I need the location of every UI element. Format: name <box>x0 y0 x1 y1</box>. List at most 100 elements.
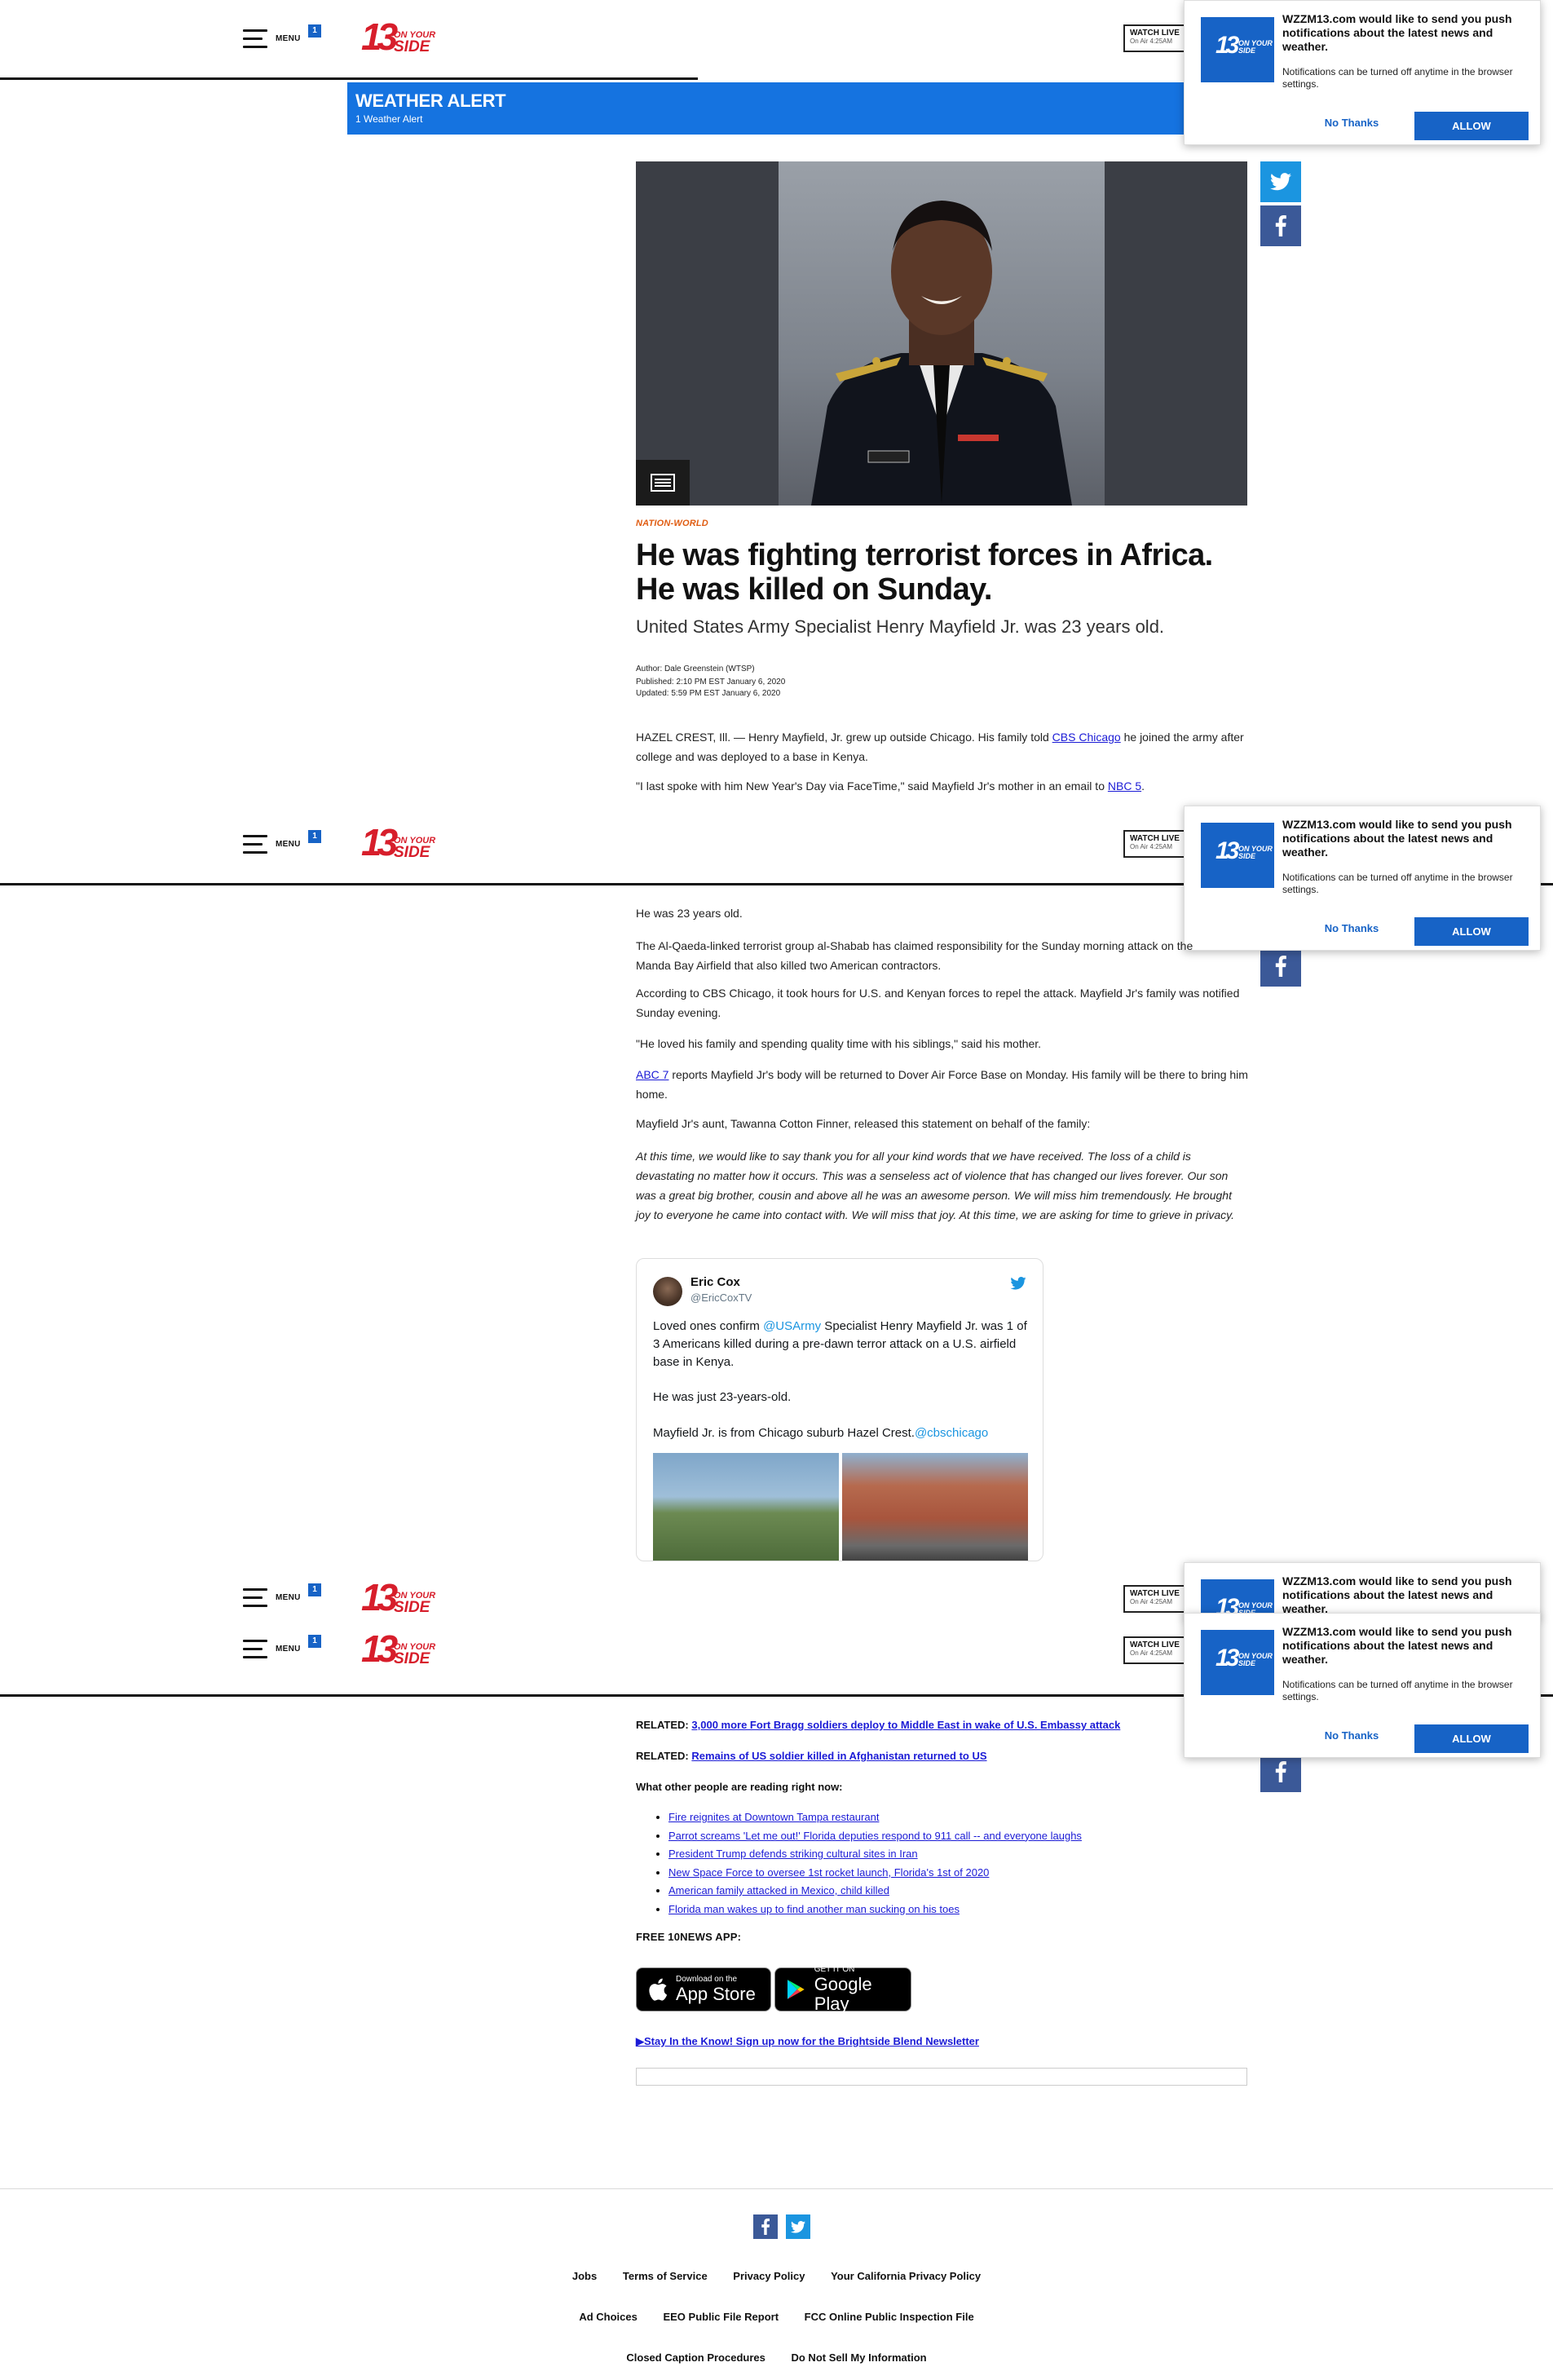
newsletter-signup-link[interactable]: ▶Stay In the Know! Sign up now for the B… <box>636 2035 979 2048</box>
tweet-photo[interactable] <box>842 1453 1028 1561</box>
article-paragraph: According to CBS Chicago, it took hours … <box>636 987 1240 1019</box>
article-paragraph: Mayfield Jr's aunt, Tawanna Cotton Finne… <box>636 1117 1091 1130</box>
nbc5-link[interactable]: NBC 5 <box>1108 779 1141 793</box>
no-thanks-button[interactable]: No Thanks <box>1311 919 1392 938</box>
footer-link[interactable]: FCC Online Public Inspection File <box>805 2311 974 2323</box>
usarmy-mention[interactable]: @USArmy <box>763 1319 821 1333</box>
station-logo[interactable]: 13 ON YOUR SIDE <box>361 15 443 59</box>
watch-live-button[interactable]: WATCH LIVE On Air 4:25AM <box>1123 1585 1189 1613</box>
station-logo[interactable]: 13 ON YOUR SIDE <box>361 1576 443 1619</box>
apple-icon <box>649 1978 668 2001</box>
reading-link[interactable]: Fire reignites at Downtown Tampa restaur… <box>668 1811 879 1823</box>
twitter-share-button[interactable] <box>1260 161 1301 202</box>
gallery-icon <box>651 474 675 492</box>
list-item: New Space Force to oversee 1st rocket la… <box>668 1864 1082 1883</box>
footer-facebook-link[interactable] <box>753 2214 778 2239</box>
facebook-share-button[interactable] <box>1260 205 1301 246</box>
allow-button[interactable]: ALLOW <box>1414 1724 1529 1753</box>
footer-link[interactable]: Privacy Policy <box>733 2270 805 2282</box>
avatar[interactable] <box>653 1277 682 1306</box>
tweet-text: Mayfield Jr. is from Chicago suburb Haze… <box>653 1426 989 1440</box>
tweet-author-name[interactable]: Eric Cox <box>690 1275 740 1289</box>
empty-embed-container <box>636 2068 1247 2086</box>
footer-link[interactable]: Jobs <box>572 2270 597 2282</box>
footer-link[interactable]: Closed Caption Procedures <box>626 2351 765 2364</box>
alert-count-badge[interactable]: 1 <box>308 1635 321 1648</box>
menu-button[interactable]: MENU 1 <box>243 1583 321 1611</box>
watch-live-button[interactable]: WATCH LIVE On Air 4:25AM <box>1123 24 1189 52</box>
watch-live-button[interactable]: WATCH LIVE On Air 4:25AM <box>1123 1636 1189 1664</box>
article-paragraph: HAZEL CREST, Ill. — Henry Mayfield, Jr. … <box>636 731 1244 763</box>
weather-alert-banner[interactable]: WEATHER ALERT 1 Weather Alert <box>347 82 1195 135</box>
station-logo[interactable]: 13 ON YOUR SIDE <box>361 821 443 864</box>
notification-body: Notifications can be turned off anytime … <box>1282 872 1513 895</box>
gallery-button[interactable] <box>636 460 690 506</box>
footer-divider <box>0 2188 1553 2189</box>
footer-link[interactable]: Your California Privacy Policy <box>831 2270 981 2282</box>
reading-link[interactable]: New Space Force to oversee 1st rocket la… <box>668 1866 989 1879</box>
cbs-chicago-link[interactable]: CBS Chicago <box>1052 731 1121 744</box>
station-logo[interactable]: 13 ON YOUR SIDE <box>361 1627 443 1671</box>
hamburger-icon <box>243 833 267 856</box>
menu-button[interactable]: MENU 1 <box>243 830 321 858</box>
play-store-icon <box>787 1980 805 1999</box>
allow-button[interactable]: ALLOW <box>1414 917 1529 946</box>
no-thanks-button[interactable]: No Thanks <box>1311 1726 1392 1746</box>
twitter-icon <box>791 2220 805 2233</box>
alert-count-badge[interactable]: 1 <box>308 1583 321 1596</box>
hero-image[interactable] <box>636 161 1247 506</box>
push-notification-prompt: 13 ON YOUR SIDE WZZM13.com would like to… <box>1184 1613 1541 1758</box>
article-paragraph: ABC 7 reports Mayfield Jr's body will be… <box>636 1068 1248 1101</box>
push-notification-prompt: 13 ON YOUR SIDE WZZM13.com would like to… <box>1184 806 1541 951</box>
google-play-badge[interactable]: GET IT ON Google Play <box>774 1965 911 2014</box>
facebook-icon <box>1275 956 1286 977</box>
reading-link[interactable]: Florida man wakes up to find another man… <box>668 1903 960 1915</box>
reading-link[interactable]: Parrot screams 'Let me out!' Florida dep… <box>668 1830 1082 1842</box>
list-item: Florida man wakes up to find another man… <box>668 1901 1082 1919</box>
notification-body: Notifications can be turned off anytime … <box>1282 1679 1513 1702</box>
facebook-icon <box>761 2219 770 2235</box>
watch-live-button[interactable]: WATCH LIVE On Air 4:25AM <box>1123 830 1189 858</box>
footer-twitter-link[interactable] <box>786 2214 810 2239</box>
alert-count-badge[interactable]: 1 <box>308 830 321 843</box>
reading-link[interactable]: President Trump defends striking cultura… <box>668 1848 918 1860</box>
push-notification-prompt: 13 ON YOUR SIDE WZZM13.com would like to… <box>1184 0 1541 145</box>
weather-alert-title: WEATHER ALERT <box>355 91 506 111</box>
alert-count-badge[interactable]: 1 <box>308 24 321 38</box>
notification-logo: 13 ON YOUR SIDE <box>1201 1630 1274 1695</box>
footer-link[interactable]: EEO Public File Report <box>663 2311 779 2323</box>
menu-button[interactable]: MENU 1 <box>243 1635 321 1662</box>
reading-list: Fire reignites at Downtown Tampa restaur… <box>668 1808 1082 1919</box>
list-item: President Trump defends striking cultura… <box>668 1845 1082 1864</box>
no-thanks-button[interactable]: No Thanks <box>1311 113 1392 133</box>
notification-title: WZZM13.com would like to send you push n… <box>1282 1574 1512 1615</box>
footer-link[interactable]: Do Not Sell My Information <box>791 2351 926 2364</box>
article-updated: Updated: 5:59 PM EST January 6, 2020 <box>636 689 781 698</box>
embedded-tweet[interactable]: Eric Cox @EricCoxTV Loved ones confirm @… <box>636 1258 1043 1561</box>
allow-button[interactable]: ALLOW <box>1414 112 1529 140</box>
tweet-author-handle[interactable]: @EricCoxTV <box>690 1292 752 1304</box>
footer-link[interactable]: Ad Choices <box>579 2311 638 2323</box>
related-link[interactable]: Remains of US soldier killed in Afghanis… <box>691 1750 986 1762</box>
footer-links-row: Ad Choices EEO Public File Report FCC On… <box>0 2311 1553 2323</box>
weather-alert-subtitle: 1 Weather Alert <box>355 113 423 125</box>
notification-logo: 13 ON YOUR SIDE <box>1201 823 1274 888</box>
menu-button[interactable]: MENU 1 <box>243 24 321 52</box>
related-link[interactable]: 3,000 more Fort Bragg soldiers deploy to… <box>691 1719 1120 1731</box>
article-paragraph: "I last spoke with him New Year's Day vi… <box>636 779 1145 793</box>
article-kicker[interactable]: NATION-WORLD <box>636 519 708 528</box>
menu-label: MENU <box>276 1645 301 1654</box>
article-subhead: United States Army Specialist Henry Mayf… <box>636 616 1165 637</box>
footer-link[interactable]: Terms of Service <box>623 2270 708 2282</box>
footer-links-row: Jobs Terms of Service Privacy Policy You… <box>0 2270 1553 2282</box>
tweet-photo[interactable] <box>653 1453 839 1561</box>
facebook-share-button[interactable] <box>1260 946 1301 987</box>
twitter-bird-icon[interactable] <box>1010 1277 1026 1290</box>
reading-heading: What other people are reading right now: <box>636 1781 843 1793</box>
app-store-badge[interactable]: Download on the App Store <box>636 1967 771 2011</box>
abc7-link[interactable]: ABC 7 <box>636 1068 668 1081</box>
reading-link[interactable]: American family attacked in Mexico, chil… <box>668 1884 889 1896</box>
list-item: American family attacked in Mexico, chil… <box>668 1882 1082 1901</box>
article-paragraph: "He loved his family and spending qualit… <box>636 1037 1042 1050</box>
cbschicago-mention[interactable]: @cbschicago <box>915 1426 988 1440</box>
